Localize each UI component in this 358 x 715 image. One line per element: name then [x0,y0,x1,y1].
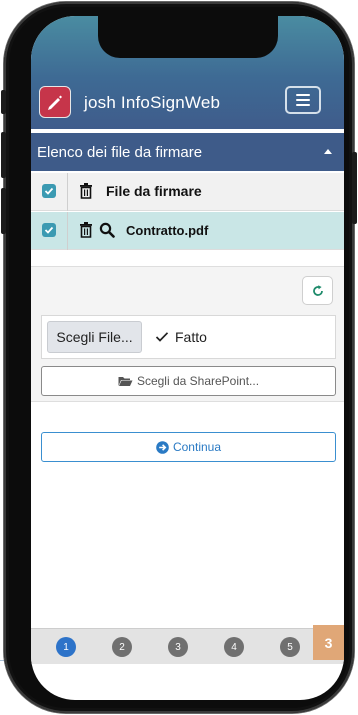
power-button [352,152,357,224]
page-dot-3[interactable]: 3 [168,637,188,657]
sharepoint-label: Scegli da SharePoint... [136,374,260,388]
phone-frame: josh InfoSignWeb Elenco dei file da firm… [1,2,357,713]
phone-notch [98,16,278,58]
step-pager: 1 2 3 4 5 [31,628,344,664]
column-divider [67,212,68,250]
mute-switch [1,90,6,114]
file-list-header[interactable]: Elenco dei file da firmare [31,133,344,171]
phone-screen: josh InfoSignWeb Elenco dei file da firm… [31,16,344,700]
continue-button[interactable]: Continua [41,432,336,462]
arrow-circle-right-icon [156,440,169,454]
menu-line [296,94,310,96]
page-dot-4[interactable]: 4 [224,637,244,657]
file-checkbox[interactable] [42,223,56,237]
folder-open-icon [118,377,133,386]
page-dot-5[interactable]: 5 [280,637,300,657]
hamburger-menu-button[interactable] [285,86,321,114]
upload-status-label: Fatto [175,329,207,345]
menu-line [296,99,310,101]
checkmark-icon [155,332,169,342]
list-item[interactable]: Contratto.pdf [31,212,344,250]
search-icon[interactable] [99,222,115,238]
file-name[interactable]: Contratto.pdf [126,223,208,238]
choose-file-button[interactable]: Scegli File... [47,321,142,353]
page-dot-1[interactable]: 1 [56,637,76,657]
select-all-checkbox[interactable] [42,184,56,198]
trash-icon[interactable] [79,183,93,199]
refresh-icon [312,284,323,296]
column-divider [67,173,68,211]
volume-down-button [1,188,6,234]
file-input-group: Scegli File... Fatto [41,315,336,359]
volume-up-button [1,132,6,178]
sharepoint-button[interactable]: Scegli da SharePoint... [41,366,336,396]
file-list-title: Elenco dei file da firmare [37,143,203,161]
file-list-column-title: File da firmare [106,183,202,199]
trash-icon[interactable] [79,222,93,238]
list-item[interactable]: File da firmare [31,173,344,211]
page-dot-2[interactable]: 2 [112,637,132,657]
continue-label: Continua [172,440,222,454]
pen-signature-icon [39,86,71,118]
collapse-caret-icon[interactable] [324,149,332,154]
menu-line [296,104,310,106]
refresh-button[interactable] [302,276,333,305]
upload-status: Fatto [155,329,207,345]
app-title: josh InfoSignWeb [84,93,221,112]
page-number-badge: 3 [313,625,344,660]
